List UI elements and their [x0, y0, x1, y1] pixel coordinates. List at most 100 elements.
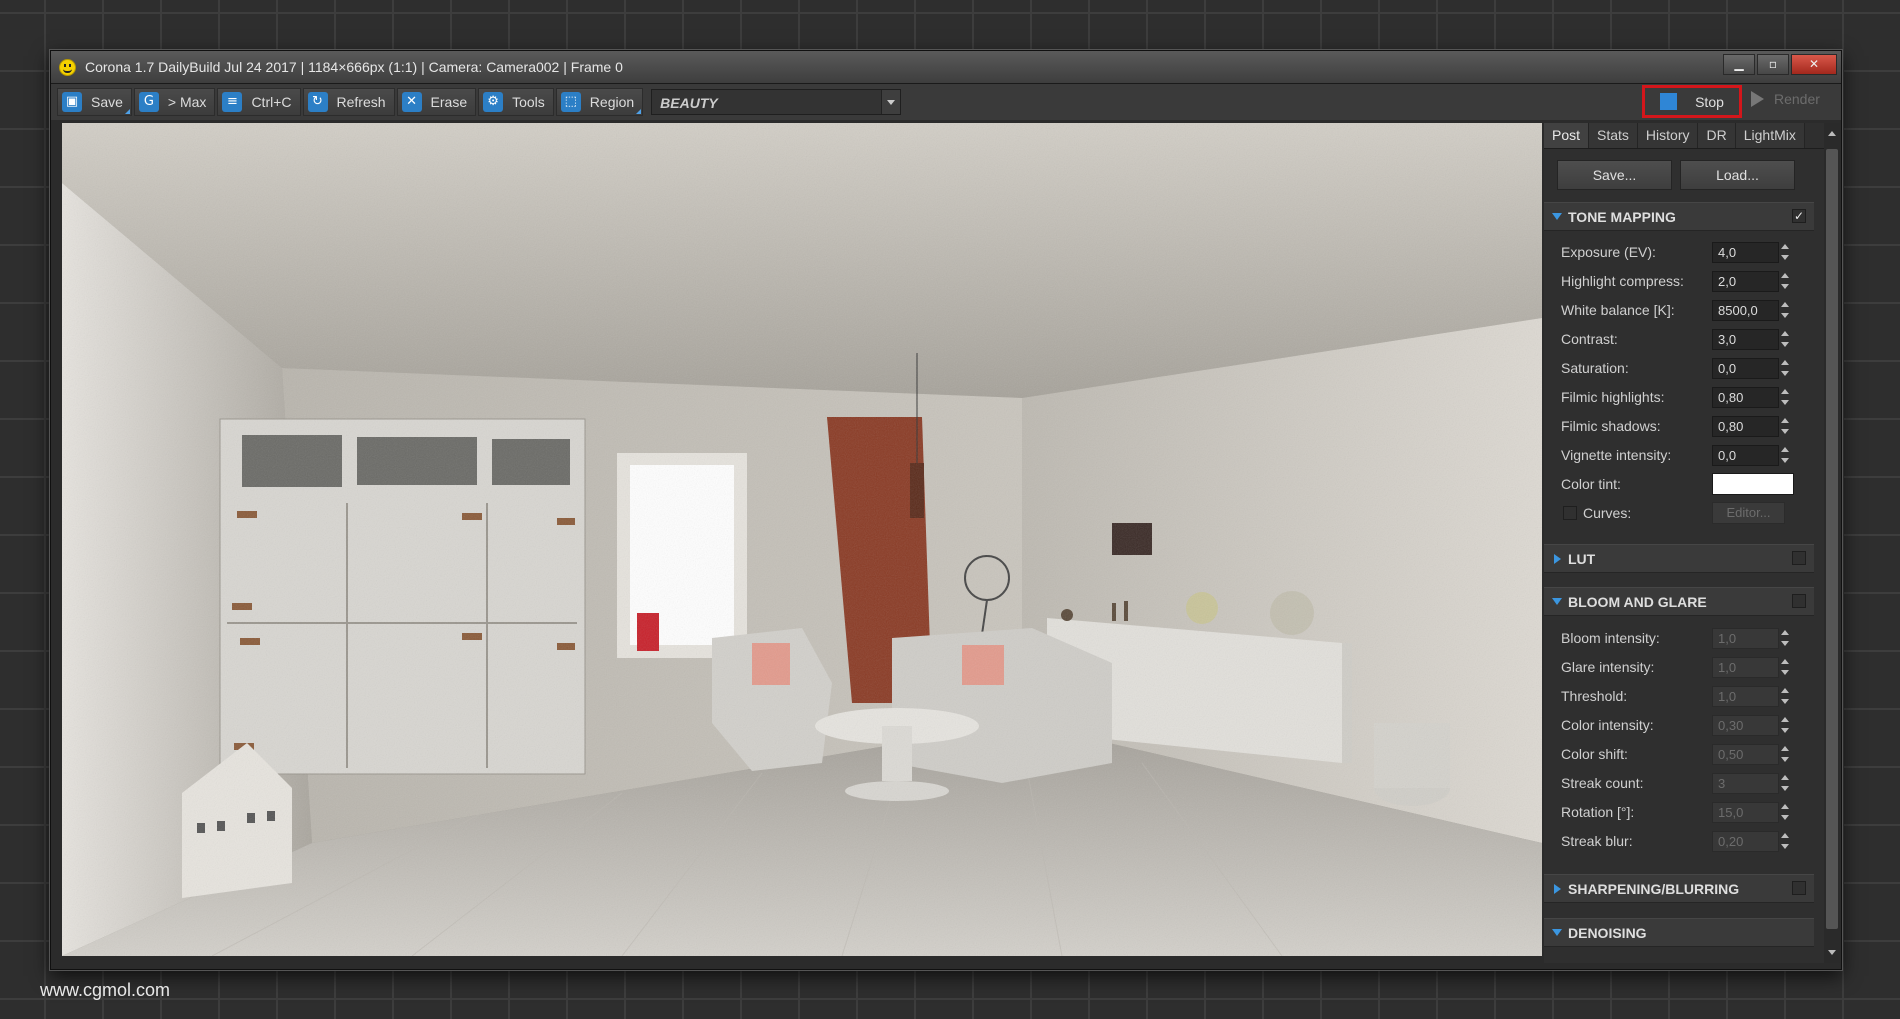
- erase-button[interactable]: ✕ Erase: [396, 88, 477, 116]
- lut-checkbox[interactable]: [1792, 551, 1806, 565]
- scroll-up-icon[interactable]: [1828, 131, 1836, 136]
- stop-highlight-box: Stop: [1642, 85, 1742, 118]
- load-preset-button[interactable]: Load...: [1680, 160, 1795, 190]
- spinner-arrows-icon[interactable]: [1781, 831, 1790, 852]
- curves-checkbox[interactable]: [1563, 506, 1577, 520]
- color-shift-row: Color shift: 0,50: [1561, 743, 1806, 767]
- spinner-arrows-icon[interactable]: [1781, 416, 1790, 437]
- collapse-triangle-icon: [1554, 883, 1561, 894]
- refresh-button[interactable]: ↻ Refresh: [302, 88, 395, 116]
- chevron-down-icon[interactable]: [881, 90, 901, 114]
- save-preset-button[interactable]: Save...: [1557, 160, 1672, 190]
- spinner-arrows-icon[interactable]: [1781, 387, 1790, 408]
- tab-history[interactable]: History: [1637, 123, 1699, 148]
- copy-button[interactable]: ≡ Ctrl+C: [217, 88, 301, 116]
- corona-smiley-icon: [59, 58, 76, 76]
- dropdown-corner-icon: [636, 109, 642, 114]
- stop-button[interactable]: Stop: [1660, 93, 1724, 110]
- gear-icon: ⚙: [483, 92, 504, 112]
- expand-triangle-icon: [1552, 598, 1562, 605]
- maximize-button[interactable]: ▫: [1757, 54, 1789, 75]
- denoising-header[interactable]: DENOISING: [1544, 918, 1814, 947]
- tone-mapping-checkbox[interactable]: ✓: [1792, 209, 1806, 223]
- erase-x-icon: ✕: [401, 92, 422, 112]
- tab-stats[interactable]: Stats: [1589, 123, 1638, 148]
- highlight-compress-field[interactable]: 2,0: [1712, 271, 1779, 292]
- contrast-row: Contrast: 3,0: [1561, 328, 1806, 352]
- spinner-arrows-icon[interactable]: [1781, 744, 1790, 765]
- expand-triangle-icon: [1552, 929, 1562, 936]
- filmic-highlights-label: Filmic highlights:: [1561, 389, 1665, 405]
- region-label: Region: [589, 94, 635, 110]
- panel-tabs: Post Stats History DR LightMix: [1544, 123, 1832, 149]
- tab-lightmix[interactable]: LightMix: [1735, 123, 1805, 148]
- exposure-field[interactable]: 4,0: [1712, 242, 1779, 263]
- spinner-arrows-icon[interactable]: [1781, 657, 1790, 678]
- spinner-arrows-icon[interactable]: [1781, 271, 1790, 292]
- streak-count-field[interactable]: 3: [1712, 773, 1779, 794]
- render-button[interactable]: Render: [1751, 91, 1820, 107]
- filmic-highlights-field[interactable]: 0,80: [1712, 387, 1779, 408]
- post-panel: Post Stats History DR LightMix Save... L…: [1544, 123, 1832, 963]
- streak-blur-field[interactable]: 0,20: [1712, 831, 1779, 852]
- curves-editor-button[interactable]: Editor...: [1712, 502, 1785, 524]
- streak-count-row: Streak count: 3: [1561, 772, 1806, 796]
- vignette-field[interactable]: 0,0: [1712, 445, 1779, 466]
- watermark-text: www.cgmol.com: [40, 980, 171, 1000]
- vignette-label: Vignette intensity:: [1561, 447, 1672, 463]
- tab-post[interactable]: Post: [1544, 123, 1590, 148]
- contrast-label: Contrast:: [1561, 331, 1618, 347]
- tone-mapping-header[interactable]: TONE MAPPING ✓: [1544, 202, 1814, 231]
- white-balance-field[interactable]: 8500,0: [1712, 300, 1779, 321]
- send-to-max-button[interactable]: G > Max: [133, 88, 216, 116]
- tab-dr[interactable]: DR: [1698, 123, 1736, 148]
- spinner-arrows-icon[interactable]: [1781, 802, 1790, 823]
- glare-intensity-field[interactable]: 1,0: [1712, 657, 1779, 678]
- spinner-arrows-icon[interactable]: [1781, 358, 1790, 379]
- streak-blur-row: Streak blur: 0,20: [1561, 830, 1806, 854]
- highlight-compress-row: Highlight compress: 2,0: [1561, 270, 1806, 294]
- color-tint-swatch[interactable]: [1712, 473, 1794, 495]
- white-balance-row: White balance [K]: 8500,0: [1561, 299, 1806, 323]
- close-button[interactable]: ✕: [1791, 54, 1837, 75]
- rotation-field[interactable]: 15,0: [1712, 802, 1779, 823]
- sharpening-header[interactable]: SHARPENING/BLURRING: [1544, 874, 1814, 903]
- save-button[interactable]: ▣ Save: [57, 88, 132, 116]
- bloom-glare-header[interactable]: BLOOM AND GLARE: [1544, 587, 1814, 616]
- bloom-glare-checkbox[interactable]: [1792, 594, 1806, 608]
- spinner-arrows-icon[interactable]: [1781, 300, 1790, 321]
- minimize-button[interactable]: ▁: [1723, 54, 1755, 75]
- saturation-field[interactable]: 0,0: [1712, 358, 1779, 379]
- spinner-arrows-icon[interactable]: [1781, 773, 1790, 794]
- color-shift-field[interactable]: 0,50: [1712, 744, 1779, 765]
- spinner-arrows-icon[interactable]: [1781, 715, 1790, 736]
- color-intensity-field[interactable]: 0,30: [1712, 715, 1779, 736]
- refresh-icon: ↻: [307, 92, 328, 112]
- section-title: DENOISING: [1568, 924, 1647, 941]
- panel-scrollbar[interactable]: [1824, 123, 1840, 963]
- filmic-shadows-field[interactable]: 0,80: [1712, 416, 1779, 437]
- spinner-arrows-icon[interactable]: [1781, 628, 1790, 649]
- spinner-arrows-icon[interactable]: [1781, 686, 1790, 707]
- lut-header[interactable]: LUT: [1544, 544, 1814, 573]
- saturation-row: Saturation: 0,0: [1561, 357, 1806, 381]
- title-bar[interactable]: Corona 1.7 DailyBuild Jul 24 2017 | 1184…: [51, 51, 1841, 84]
- render-viewport[interactable]: [62, 123, 1542, 956]
- bloom-intensity-field[interactable]: 1,0: [1712, 628, 1779, 649]
- scroll-thumb[interactable]: [1826, 149, 1838, 929]
- window-title: Corona 1.7 DailyBuild Jul 24 2017 | 1184…: [85, 59, 623, 75]
- curves-row: Curves: Editor...: [1561, 502, 1806, 526]
- spinner-arrows-icon[interactable]: [1781, 329, 1790, 350]
- render-label: Render: [1774, 91, 1820, 107]
- scroll-down-icon[interactable]: [1828, 950, 1836, 955]
- threshold-field[interactable]: 1,0: [1712, 686, 1779, 707]
- region-button[interactable]: ⬚ Region: [555, 88, 644, 116]
- spinner-arrows-icon[interactable]: [1781, 242, 1790, 263]
- sharpening-checkbox[interactable]: [1792, 881, 1806, 895]
- contrast-field[interactable]: 3,0: [1712, 329, 1779, 350]
- filmic-shadows-label: Filmic shadows:: [1561, 418, 1661, 434]
- spinner-arrows-icon[interactable]: [1781, 445, 1790, 466]
- glare-intensity-row: Glare intensity: 1,0: [1561, 656, 1806, 680]
- tools-button[interactable]: ⚙ Tools: [478, 88, 554, 116]
- render-pass-select[interactable]: BEAUTY: [651, 89, 902, 115]
